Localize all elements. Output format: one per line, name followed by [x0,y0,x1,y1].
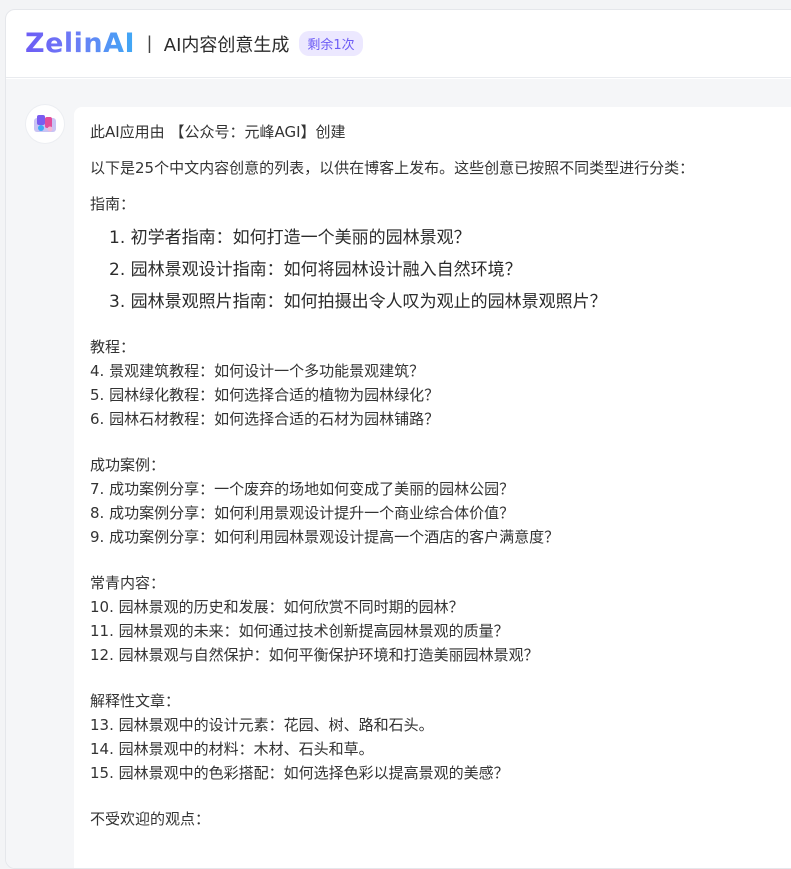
list-item: 14. 园林景观中的材料：木材、石头和草。 [90,740,374,758]
list-item: 9. 成功案例分享：如何利用园林景观设计提高一个酒店的客户满意度？ [90,528,560,546]
list-item: 3. 园林景观照片指南：如何拍摄出令人叹为观止的园林景观照片？ [109,292,607,312]
guide-heading: 指南： [90,195,136,213]
list-item: 10. 园林景观的历史和发展：如何欣赏不同时期的园林？ [90,598,464,616]
app-title: AI内容创意生成 [163,34,290,56]
section-heading: 教程： [90,338,136,356]
list-item: 5. 园林绿化教程：如何选择合适的植物为园林绿化？ [90,386,440,404]
summary-text: 以下是25个中文内容创意的列表，以供在博客上发布。这些创意已按照不同类型进行分类… [90,159,695,177]
list-item: 7. 成功案例分享：一个废弃的场地如何变成了美丽的园林公园？ [90,480,515,498]
list-item: 4. 景观建筑教程：如何设计一个多功能景观建筑？ [90,362,425,380]
section-explanatory: 解释性文章： 13. 园林景观中的设计元素：花园、树、路和石头。 14. 园林景… [90,689,791,785]
assistant-message: 此AI应用由 【公众号：元峰AGI】创建 以下是25个中文内容创意的列表，以供在… [74,107,791,868]
list-item: 6. 园林石材教程：如何选择合适的石材为园林铺路？ [90,410,440,428]
section-success-cases: 成功案例： 7. 成功案例分享：一个废弃的场地如何变成了美丽的园林公园？ 8. … [90,453,791,549]
section-heading: 常青内容： [90,574,166,592]
guide-list: 1. 初学者指南：如何打造一个美丽的园林景观？ 2. 园林景观设计指南：如何将园… [90,227,791,323]
list-item: 12. 园林景观与自然保护：如何平衡保护环境和打造美丽园林景观？ [90,646,539,664]
chat-area: 此AI应用由 【公众号：元峰AGI】创建 以下是25个中文内容创意的列表，以供在… [6,79,791,868]
avatar-graphic [34,115,56,132]
list-item: 2. 园林景观设计指南：如何将园林设计融入自然环境？ [109,260,522,280]
list-item: 15. 园林景观中的色彩搭配：如何选择色彩以提高景观的美感？ [90,764,509,782]
intro-text: 此AI应用由 【公众号：元峰AGI】创建 [90,123,346,141]
zelinai-logo[interactable]: ZelinAI [25,30,135,57]
list-item: 11. 园林景观的未来：如何通过技术创新提高园林景观的质量？ [90,622,509,640]
remaining-uses-badge: 剩余1次 [299,31,363,56]
bot-avatar-icon [26,105,64,143]
section-heading: 不受欢迎的观点： [90,810,211,828]
header-divider: | [147,33,152,53]
section-evergreen: 常青内容： 10. 园林景观的历史和发展：如何欣赏不同时期的园林？ 11. 园林… [90,571,791,667]
app-header: ZelinAI | AI内容创意生成 剩余1次 [6,10,791,78]
section-unpopular-opinions: 不受欢迎的观点： [90,807,791,831]
list-item: 13. 园林景观中的设计元素：花园、树、路和石头。 [90,716,434,734]
list-item: 1. 初学者指南：如何打造一个美丽的园林景观？ [109,228,471,248]
list-item: 8. 成功案例分享：如何利用景观设计提升一个商业综合体价值？ [90,504,515,522]
app-window: ZelinAI | AI内容创意生成 剩余1次 此AI应用由 【公众号：元峰AG… [5,9,791,869]
section-tutorials: 教程： 4. 景观建筑教程：如何设计一个多功能景观建筑？ 5. 园林绿化教程：如… [90,335,791,431]
section-heading: 解释性文章： [90,692,181,710]
section-heading: 成功案例： [90,456,166,474]
